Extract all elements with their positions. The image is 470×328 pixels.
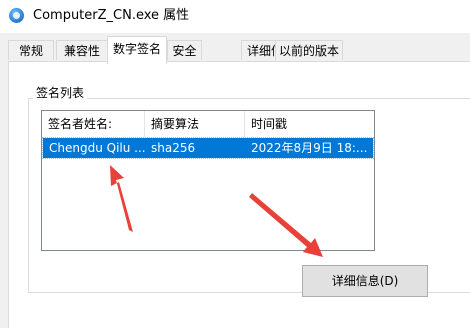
signature-list-view[interactable]: 签名者姓名: 摘要算法 时间戳 Chengdu Qilu ... sha256 … [41,110,375,251]
title-bar[interactable]: ComputerZ_CN.exe 属性 [0,0,470,33]
signature-list-legend: 签名列表 [33,85,88,101]
tab-security[interactable]: 安全 [167,40,202,60]
properties-window: ComputerZ_CN.exe 属性 常规 兼容性 数字签名 安全 详细信息 … [0,0,470,328]
tab-strip: 常规 兼容性 数字签名 安全 详细信息 以前的版本 [0,33,470,64]
app-icon [9,8,24,23]
tab-general[interactable]: 常规 [8,40,54,60]
column-header-timestamp[interactable]: 时间戳 [245,111,374,137]
window-title: ComputerZ_CN.exe 属性 [33,8,190,23]
column-header-signer[interactable]: 签名者姓名: [42,111,145,137]
tab-digital-signatures[interactable]: 数字签名 [107,36,167,64]
cell-digest: sha256 [151,141,196,155]
tab-previous-versions[interactable]: 以前的版本 [275,40,343,60]
details-button[interactable]: 详细信息(D) [302,265,428,297]
tab-compatibility[interactable]: 兼容性 [56,40,108,60]
cell-signer: Chengdu Qilu ... [49,141,145,155]
table-row[interactable]: Chengdu Qilu ... sha256 2022年8月9日 18:... [42,137,374,159]
cell-timestamp: 2022年8月9日 18:... [251,141,368,155]
column-header-digest[interactable]: 摘要算法 [145,111,245,137]
